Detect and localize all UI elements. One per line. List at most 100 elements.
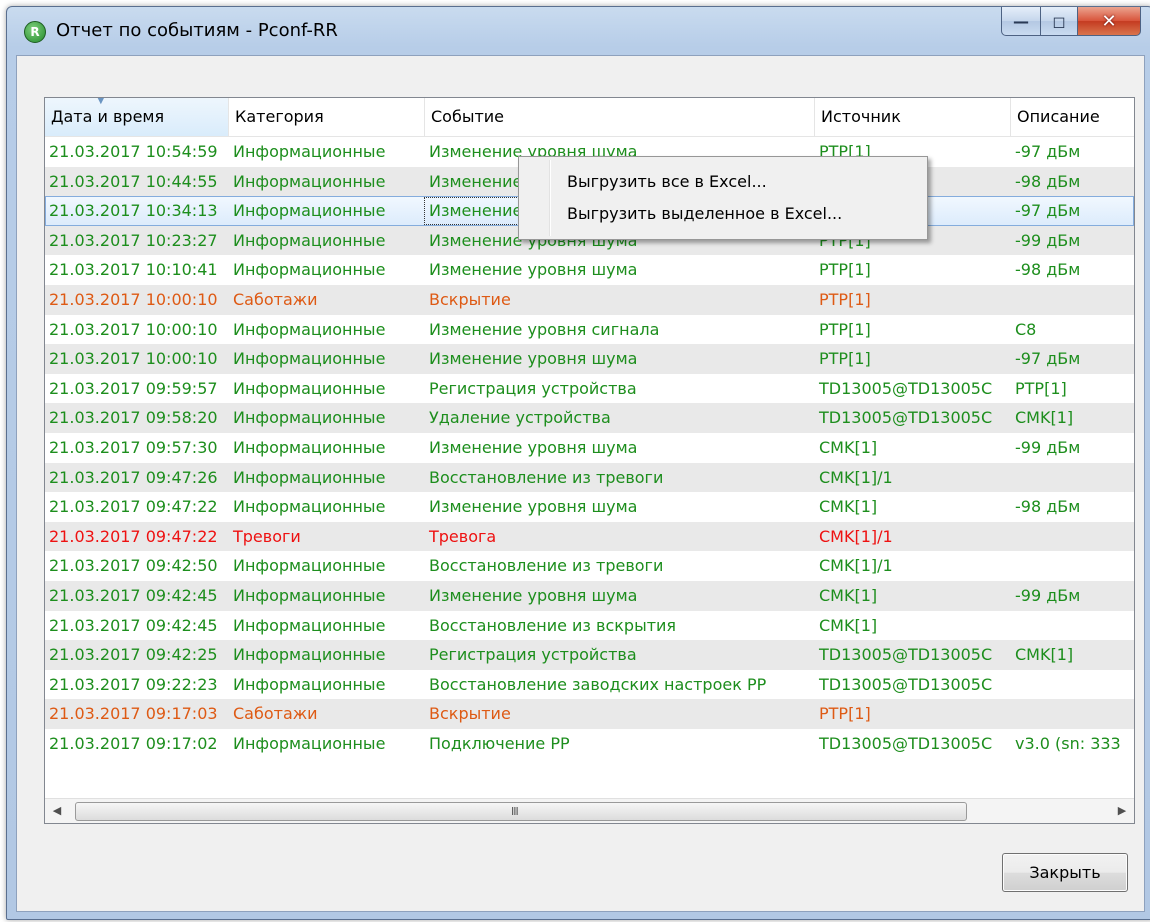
context-menu: Выгрузить все в Excel... Выгрузить выдел…	[518, 156, 928, 240]
table-row[interactable]: 21.03.2017 09:57:30 Информационные Изменен…	[45, 433, 1134, 463]
cell-event: Удаление устройства	[429, 408, 611, 428]
cell-category: Информационные	[233, 201, 386, 221]
cell-category: Информационные	[233, 378, 386, 398]
cell-datetime: 21.03.2017 09:57:30	[49, 437, 218, 457]
app-logo-icon: R	[24, 21, 46, 43]
cell-datetime: 21.03.2017 09:42:25	[49, 645, 218, 665]
cell-description: CMK[1]	[1015, 645, 1074, 665]
cell-event: Изменение уровня шума	[429, 585, 638, 605]
column-header-event[interactable]: Событие	[425, 98, 815, 136]
cell-category: Информационные	[233, 437, 386, 457]
cell-description: -99 дБм	[1015, 585, 1081, 605]
table-row[interactable]: 21.03.2017 09:59:57 Информационные Регистр…	[45, 374, 1134, 404]
table-row[interactable]: 21.03.2017 09:17:03 Саботажи Вскрытие PTP[1…	[45, 699, 1134, 729]
table-row[interactable]: 21.03.2017 09:47:26 Информационные Восстан…	[45, 462, 1134, 493]
cell-source: CMK[1]/1	[819, 556, 893, 576]
cell-description: -99 дБм	[1015, 437, 1081, 457]
maximize-button[interactable]: ◻	[1041, 7, 1078, 36]
column-header-category[interactable]: Категория	[229, 98, 425, 136]
table-row[interactable]: 21.03.2017 09:42:25 Информационные Регистр…	[45, 640, 1134, 670]
cell-datetime: 21.03.2017 10:44:55	[49, 171, 218, 191]
table-row[interactable]: 21.03.2017 10:00:10 Саботажи Вскрытие PTP[1…	[45, 284, 1134, 315]
close-button[interactable]: Закрыть	[1002, 853, 1128, 892]
cell-datetime: 21.03.2017 10:00:10	[49, 319, 218, 339]
cell-source: TD13005@TD13005C	[819, 378, 993, 398]
table-row[interactable]: 21.03.2017 09:17:02 Информационные Подключ…	[45, 729, 1134, 759]
focus-rectangle	[424, 197, 521, 226]
window-close-button[interactable]: ✕	[1078, 7, 1141, 36]
cell-source: CMK[1]	[819, 497, 878, 517]
table-row[interactable]: 21.03.2017 09:22:23 Информационные Восстан…	[45, 670, 1134, 700]
minimize-button[interactable]: —	[1001, 7, 1041, 36]
cell-description: -98 дБм	[1015, 497, 1081, 517]
close-icon: ✕	[1101, 10, 1117, 32]
cell-datetime: 21.03.2017 09:42:50	[49, 556, 218, 576]
cell-category: Информационные	[233, 319, 386, 339]
cell-source: PTP[1]	[819, 349, 871, 369]
cell-event: Изменение уровня сигнала	[429, 319, 660, 339]
cell-event: Восстановление заводских настроек РР	[429, 674, 767, 694]
cell-event: Восстановление из вскрытия	[429, 615, 677, 635]
cell-category: Информационные	[233, 171, 386, 191]
column-header-source[interactable]: Источник	[815, 98, 1011, 136]
table-row[interactable]: 21.03.2017 10:10:41 Информационные Изменен…	[45, 255, 1134, 285]
cell-datetime: 21.03.2017 09:58:20	[49, 408, 218, 428]
cell-datetime: 21.03.2017 09:47:22	[49, 497, 218, 517]
menu-item-export-selected[interactable]: Выгрузить выделенное в Excel...	[567, 201, 842, 227]
table-row[interactable]: 21.03.2017 09:42:50 Информационные Восстан…	[45, 551, 1134, 581]
cell-description	[1011, 611, 1134, 641]
cell-description: -97 дБм	[1015, 201, 1081, 221]
table-row[interactable]: 21.03.2017 09:42:45 Информационные Восстан…	[45, 611, 1134, 641]
cell-datetime: 21.03.2017 09:59:57	[49, 378, 218, 398]
table-row[interactable]: 21.03.2017 09:58:20 Информационные Удалени…	[45, 403, 1134, 433]
cell-datetime: 21.03.2017 09:42:45	[49, 615, 218, 635]
cell-event: Вскрытие	[429, 704, 511, 724]
cell-category: Информационные	[233, 230, 386, 250]
cell-description: -98 дБм	[1015, 260, 1081, 280]
table-row[interactable]: 21.03.2017 10:00:10 Информационные Изменен…	[45, 315, 1134, 345]
cell-datetime: 21.03.2017 09:42:45	[49, 585, 218, 605]
column-header-datetime[interactable]: ▼ Дата и время	[45, 98, 229, 136]
cell-description	[1011, 463, 1134, 493]
cell-description	[1011, 670, 1134, 700]
cell-category: Информационные	[233, 408, 386, 428]
cell-category: Информационные	[233, 467, 386, 487]
table-row[interactable]: 21.03.2017 09:42:45 Информационные Изменен…	[45, 580, 1134, 611]
cell-datetime: 21.03.2017 09:22:23	[49, 674, 218, 694]
cell-event: Регистрация устройства	[429, 645, 637, 665]
cell-source: PTP[1]	[819, 260, 871, 280]
cell-datetime: 21.03.2017 10:23:27	[49, 230, 218, 250]
maximize-icon: ◻	[1052, 11, 1066, 31]
cell-source: CMK[1]	[819, 437, 878, 457]
cell-event: Подключение РР	[429, 733, 570, 753]
menu-item-export-all[interactable]: Выгрузить все в Excel...	[567, 169, 767, 195]
scrollbar-grip: III	[511, 805, 519, 818]
cell-category: Саботажи	[233, 704, 318, 724]
scrollbar-thumb[interactable]: III	[75, 802, 967, 821]
title-bar[interactable]: R Отчет по событиям - Pconf-RR — ◻ ✕	[7, 7, 1150, 55]
cell-description: C8	[1015, 319, 1037, 339]
menu-icon-gutter	[549, 160, 551, 236]
scroll-right-arrow-icon[interactable]: ▶	[1110, 799, 1134, 823]
table-row[interactable]: 21.03.2017 10:00:10 Информационные Изменен…	[45, 344, 1134, 374]
column-label: Дата и время	[51, 107, 165, 126]
cell-description	[1011, 285, 1134, 315]
table-row[interactable]: 21.03.2017 09:47:22 Тревоги Тревога CMK[1]/…	[45, 521, 1134, 552]
cell-event: Изменение уровня шума	[429, 497, 638, 517]
cell-category: Тревоги	[233, 526, 301, 546]
table-row[interactable]: 21.03.2017 09:47:22 Информационные Изменен…	[45, 492, 1134, 522]
cell-event: Вскрытие	[429, 289, 511, 309]
cell-source: PTP[1]	[819, 289, 871, 309]
cell-datetime: 21.03.2017 10:34:13	[49, 201, 218, 221]
cell-datetime: 21.03.2017 09:47:22	[49, 526, 218, 546]
column-header-description[interactable]: Описание	[1011, 98, 1134, 136]
cell-event: Восстановление из тревоги	[429, 467, 664, 487]
cell-category: Информационные	[233, 556, 386, 576]
horizontal-scrollbar[interactable]: ◀ III ▶	[45, 798, 1134, 823]
caption-buttons: — ◻ ✕	[1001, 7, 1141, 37]
cell-datetime: 21.03.2017 09:17:03	[49, 704, 218, 724]
report-window: R Отчет по событиям - Pconf-RR — ◻ ✕ ▼ Д…	[6, 6, 1150, 920]
scroll-left-arrow-icon[interactable]: ◀	[45, 799, 69, 823]
cell-description	[1011, 699, 1134, 729]
cell-description	[1011, 522, 1134, 552]
